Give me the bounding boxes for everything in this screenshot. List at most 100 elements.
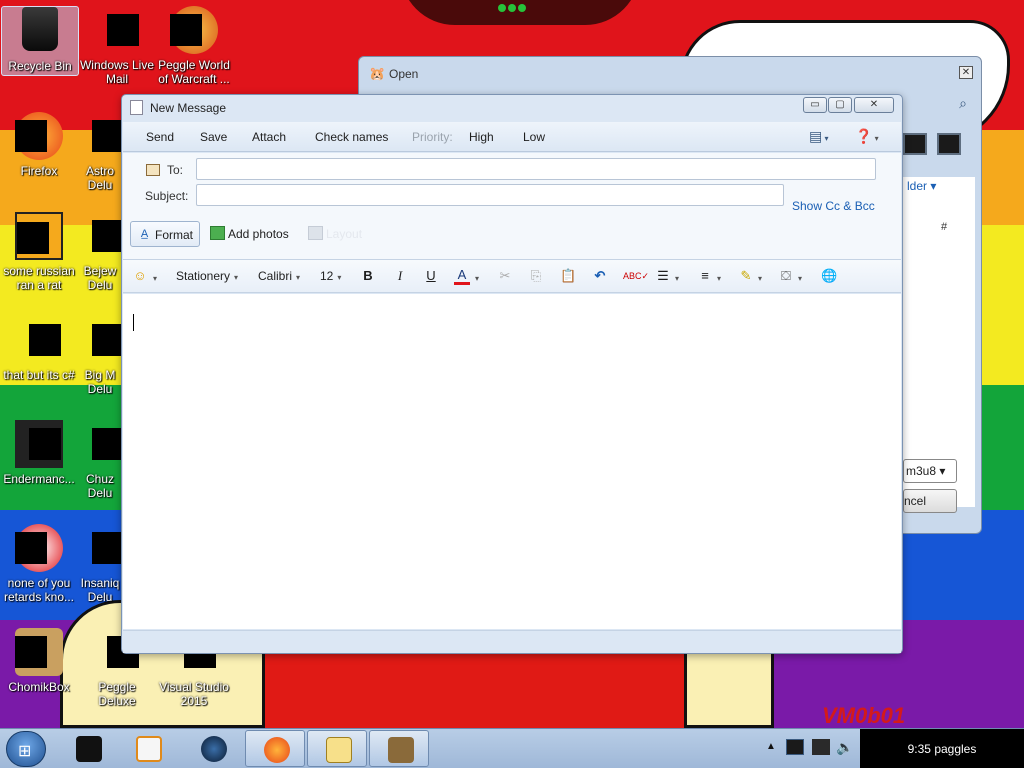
copy-icon[interactable]: ⎘ [528, 268, 544, 284]
insert-dropdown[interactable]: ▾ [794, 270, 802, 284]
taskbar-button-firefox[interactable] [245, 730, 305, 767]
paste-icon[interactable]: 📋 [560, 268, 576, 284]
insert-icon[interactable]: ⛋ [778, 268, 794, 284]
clock[interactable]: 9:35 paggles [860, 729, 1024, 768]
desktop-icon-none-of-you[interactable]: none of you retards kno... [0, 524, 78, 604]
tab-format[interactable]: A̲ Format [130, 221, 201, 247]
show-cc-bcc-link[interactable]: Show Cc & Bcc [792, 199, 875, 213]
start-button[interactable]: ⊞ [6, 731, 46, 767]
taskbar-button-chomikbox[interactable] [369, 730, 429, 767]
search-icon[interactable]: ⌕ [959, 95, 967, 112]
game-icon [78, 420, 122, 468]
window-title: New Message [150, 101, 227, 115]
address-book-icon[interactable] [146, 164, 160, 176]
paragraph-dropdown[interactable]: ▾ [713, 270, 721, 284]
hamster-icon [15, 628, 63, 676]
emoticon-dropdown[interactable]: ▾ [149, 270, 157, 284]
font-color-dropdown[interactable]: ▾ [471, 270, 479, 284]
game-icon [78, 524, 122, 572]
hamster-icon [388, 737, 414, 763]
display-icon[interactable] [812, 739, 830, 755]
taskbar-button-mail[interactable] [307, 730, 367, 767]
desktop-icon-label: ChomikBox [8, 680, 70, 694]
screen-icon [76, 736, 102, 762]
game-icon [78, 316, 122, 364]
firefox-icon [15, 112, 63, 160]
desktop-icon-label: some russian ran a rat [3, 264, 75, 292]
emoticon-icon[interactable]: ☺ [132, 268, 148, 284]
priority-high-button[interactable]: High [469, 130, 494, 144]
font-color-button[interactable]: A [454, 268, 470, 285]
hyperlink-icon[interactable]: 🌐 [821, 268, 837, 284]
program-icon [15, 524, 63, 572]
firefox-icon [264, 737, 290, 763]
new-message-window[interactable]: New Message ▭ ▢ ✕ Send Save Attach Check… [121, 94, 903, 654]
desktop-icon-recycle-bin[interactable]: Recycle Bin [1, 6, 79, 76]
desktop-icon-bejeweled[interactable]: Bejew Delu [78, 212, 122, 292]
taskbar-button[interactable] [58, 730, 118, 767]
paragraph-icon[interactable]: ≡ [697, 268, 713, 284]
save-button[interactable]: Save [200, 130, 227, 144]
volume-icon[interactable]: 🔈 [836, 739, 854, 755]
taskbar-button[interactable] [118, 730, 178, 767]
subject-label: Subject: [145, 189, 189, 203]
taskbar-button[interactable] [183, 730, 243, 767]
view-icon[interactable] [937, 133, 961, 155]
message-body[interactable] [123, 294, 901, 629]
bold-button[interactable]: B [360, 268, 376, 284]
italic-button[interactable]: I [392, 268, 408, 284]
file-type-select[interactable]: m3u8 ▾ [903, 459, 957, 483]
minimize-button[interactable]: ▭ [803, 97, 827, 113]
close-icon[interactable]: ✕ [959, 66, 973, 79]
highlight-dropdown[interactable]: ▾ [754, 270, 762, 284]
underline-button[interactable]: U [423, 268, 439, 284]
undo-icon[interactable]: ↶ [592, 268, 608, 284]
desktop-icon-peggle-wow[interactable]: Peggle World of Warcraft ... [155, 6, 233, 86]
title-bar[interactable]: New Message ▭ ▢ ✕ [122, 95, 902, 121]
highlight-icon[interactable]: ✎ [738, 268, 754, 284]
desktop-icon-astro[interactable]: Astro Delu [78, 112, 122, 192]
tab-add-photos[interactable]: Add photos [204, 221, 295, 247]
desktop-icon-big-money[interactable]: Big M Delu [78, 316, 122, 396]
font-size-dropdown[interactable]: 12 ▾ [320, 269, 341, 283]
media-player-icon [136, 736, 162, 762]
priority-low-button[interactable]: Low [523, 130, 545, 144]
program-icon [15, 420, 63, 468]
font-dropdown[interactable]: Calibri ▾ [258, 269, 300, 283]
new-folder-link[interactable]: lder ▾ [907, 179, 936, 193]
desktop-icon-russian-rat[interactable]: some russian ran a rat [0, 212, 78, 292]
cut-icon[interactable]: ✂ [497, 268, 513, 284]
system-tray: ▲ 🔈 9:35 paggles [760, 729, 1024, 768]
desktop-icon-windows-live-mail[interactable]: Windows Live Mail [78, 6, 156, 86]
mail-icon [93, 6, 141, 54]
spell-check-icon[interactable]: ABC✓ [623, 268, 649, 284]
to-field[interactable] [196, 158, 876, 180]
numbered-list-icon[interactable]: ☰ [655, 268, 671, 284]
desktop-icon-chuzzle[interactable]: Chuz Delu [78, 420, 122, 500]
show-hidden-icons-icon[interactable]: ▲ [766, 741, 776, 752]
desktop-icon-endermanch[interactable]: Endermanc... [0, 420, 78, 486]
close-button[interactable]: ✕ [854, 97, 894, 113]
game-icon [78, 212, 122, 260]
network-icon[interactable] [786, 739, 804, 755]
file-icon [15, 316, 63, 364]
send-button[interactable]: Send [146, 130, 174, 144]
peggle-icon [170, 6, 218, 54]
menu-icon[interactable]: ▤ ▾ [809, 128, 828, 145]
desktop-icon-insaniquarium[interactable]: Insaniq Delu [78, 524, 122, 604]
file-list[interactable] [903, 177, 975, 507]
check-names-button[interactable]: Check names [315, 130, 388, 144]
desktop-icon-that-but-csharp[interactable]: that but its c# [0, 316, 78, 382]
help-icon[interactable]: ❓ ▾ [855, 128, 879, 145]
list-dropdown[interactable]: ▾ [671, 270, 679, 284]
desktop-icon-chomikbox[interactable]: ChomikBox [0, 628, 78, 694]
view-icon[interactable] [903, 133, 927, 155]
cancel-button[interactable]: ncel [903, 489, 957, 513]
tab-layout[interactable]: Layout [302, 221, 368, 247]
game-icon [78, 112, 122, 160]
attach-button[interactable]: Attach [252, 130, 286, 144]
stationery-dropdown[interactable]: Stationery ▾ [176, 269, 238, 283]
maximize-button[interactable]: ▢ [828, 97, 852, 113]
subject-field[interactable] [196, 184, 784, 206]
desktop-icon-firefox[interactable]: Firefox [0, 112, 78, 178]
